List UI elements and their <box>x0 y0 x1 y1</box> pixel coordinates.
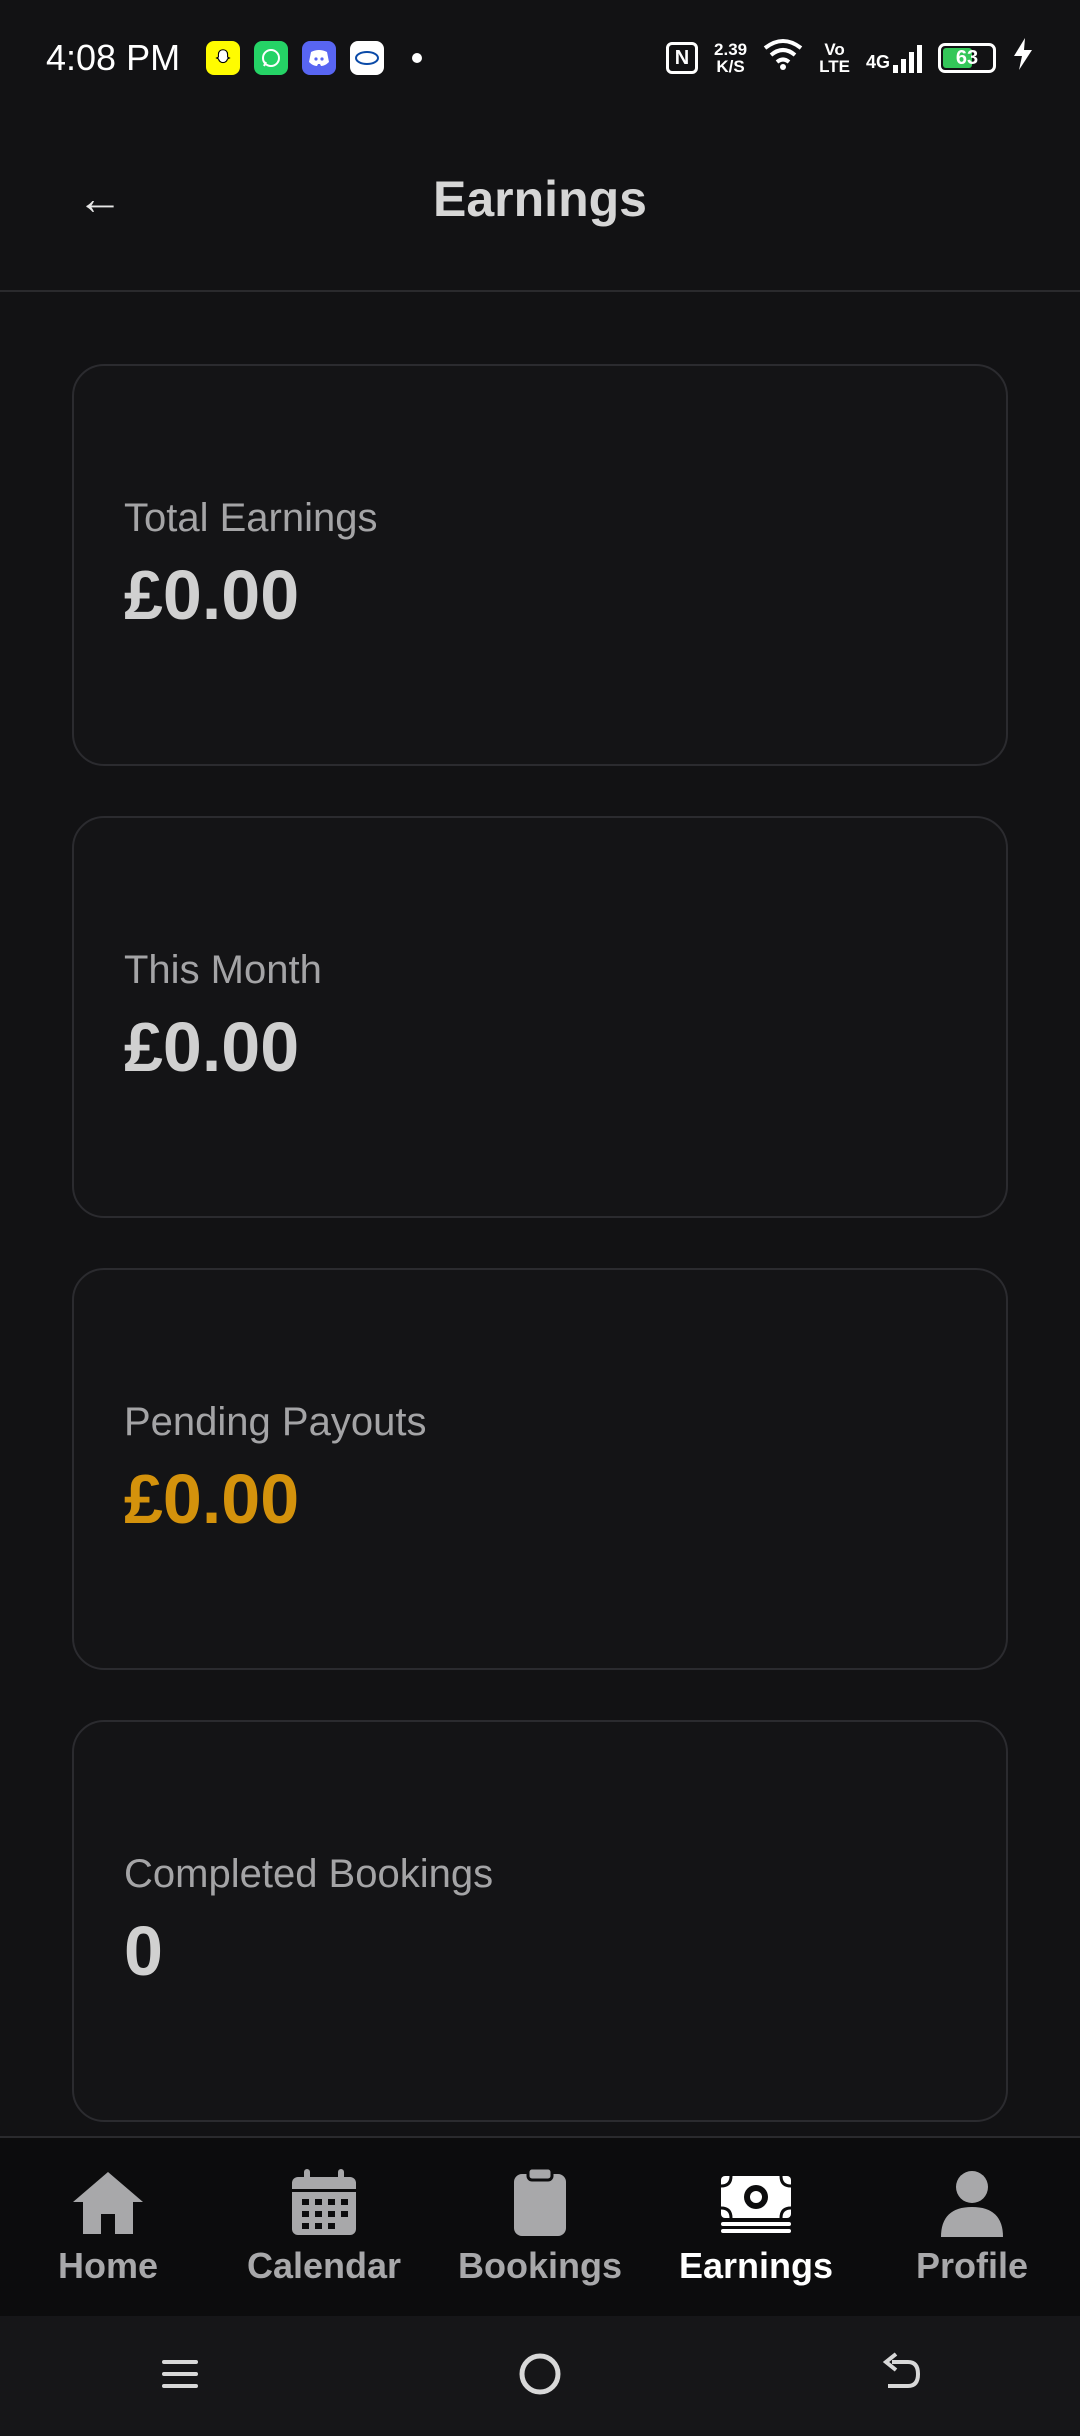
card-value: £0.00 <box>124 555 300 634</box>
status-bar: 4:08 PM N 2.39 K/S Vo LTE 4G 63 <box>0 0 1080 116</box>
signal-indicator: 4G <box>866 43 922 73</box>
bottom-nav: Home Calendar Bookings Earnings Profile <box>0 2136 1080 2316</box>
earnings-screen: 4:08 PM N 2.39 K/S Vo LTE 4G 63 ← Earnin… <box>0 0 1080 2436</box>
money-icon <box>716 2167 796 2239</box>
home-icon <box>68 2167 148 2239</box>
card-label: Pending Payouts <box>124 1399 427 1444</box>
card-value: £0.00 <box>124 1459 300 1538</box>
card-value: £0.00 <box>124 1007 300 1086</box>
network-type: 4G <box>865 52 890 72</box>
home-circle-icon <box>518 2352 562 2401</box>
system-back-button[interactable] <box>860 2336 940 2416</box>
volte-bottom: LTE <box>819 57 850 76</box>
earnings-cards: Total Earnings £0.00 This Month £0.00 Pe… <box>72 364 1008 2212</box>
calendar-icon <box>284 2167 364 2239</box>
notification-dot <box>412 53 423 63</box>
menu-icon <box>160 2354 200 2399</box>
nav-item-profile[interactable]: Profile <box>872 2167 1072 2287</box>
nav-item-earnings[interactable]: Earnings <box>656 2167 856 2287</box>
status-time: 4:08 PM <box>46 37 181 78</box>
clipboard-icon <box>500 2167 580 2239</box>
discord-icon <box>302 41 337 75</box>
battery-level: 63 <box>955 46 979 69</box>
nav-label: Profile <box>915 2245 1029 2286</box>
this-month-card: This Month £0.00 <box>72 816 1008 1218</box>
status-right: N 2.39 K/S Vo LTE 4G 63 <box>666 38 1034 79</box>
snapchat-icon <box>206 41 241 75</box>
nav-item-home[interactable]: Home <box>8 2167 208 2287</box>
nav-label: Home <box>57 2245 159 2286</box>
back-icon <box>878 2351 922 2401</box>
card-label: Total Earnings <box>124 495 378 540</box>
card-label: Completed Bookings <box>124 1851 494 1896</box>
menu-button[interactable] <box>140 2336 220 2416</box>
system-nav-bar <box>0 2316 1080 2436</box>
nav-label: Bookings <box>457 2245 622 2286</box>
home-button[interactable] <box>500 2336 580 2416</box>
nav-item-calendar[interactable]: Calendar <box>224 2167 424 2287</box>
card-label: This Month <box>124 947 322 992</box>
nav-label: Calendar <box>246 2245 402 2286</box>
battery-icon: 63 <box>938 43 996 73</box>
nav-item-bookings[interactable]: Bookings <box>440 2167 640 2287</box>
total-earnings-card: Total Earnings £0.00 <box>72 364 1008 766</box>
ubl-icon <box>350 41 385 75</box>
whatsapp-icon <box>254 41 289 75</box>
net-speed: 2.39 K/S <box>714 41 747 75</box>
card-value: 0 <box>124 1911 163 1990</box>
wifi-icon <box>763 38 803 79</box>
charging-icon <box>1012 38 1034 78</box>
completed-bookings-card: Completed Bookings 0 <box>72 1720 1008 2122</box>
volte-indicator: Vo LTE <box>819 41 850 75</box>
page-title: Earnings <box>433 171 647 227</box>
net-speed-unit: K/S <box>716 57 745 76</box>
signal-bars-icon <box>893 43 922 73</box>
nav-label: Earnings <box>678 2245 834 2286</box>
status-left: 4:08 PM <box>46 37 423 79</box>
nfc-icon: N <box>666 42 699 74</box>
pending-payouts-card: Pending Payouts £0.00 <box>72 1268 1008 1670</box>
profile-icon <box>932 2167 1012 2239</box>
app-header: ← Earnings <box>0 116 1080 292</box>
